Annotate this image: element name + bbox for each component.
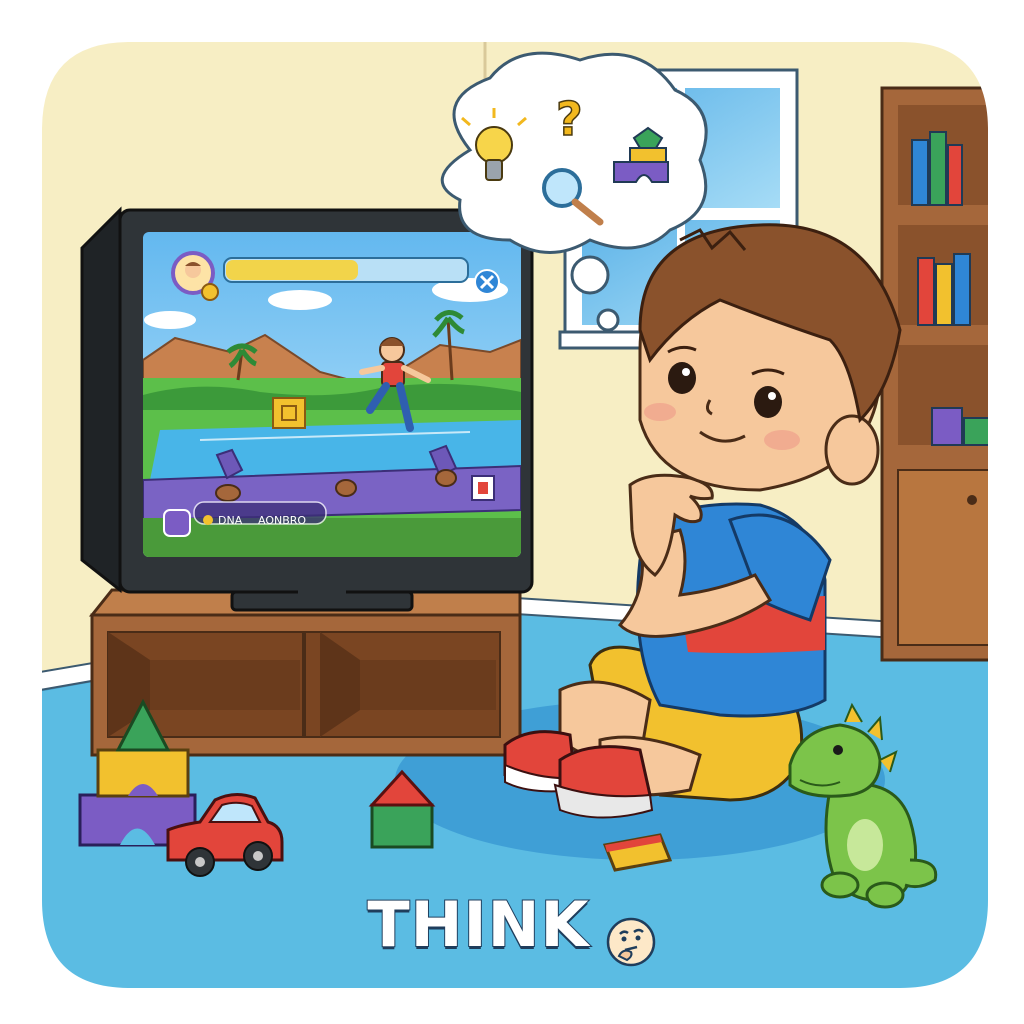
game-menu-button[interactable] <box>163 509 191 537</box>
thinking-face-icon <box>606 917 655 966</box>
hud-label-2: AONBRO <box>258 514 306 527</box>
progress-fill <box>226 260 358 280</box>
left-eye <box>668 362 696 394</box>
caption: THINK <box>0 887 1024 968</box>
question-mark-icon: ? <box>556 92 583 146</box>
think-word: THINK <box>366 887 590 962</box>
right-shoe <box>553 745 654 819</box>
hud-label-1: DNA <box>218 514 243 527</box>
mystery-block <box>272 397 306 429</box>
room-background: DNA AONBRO ? <box>40 40 990 990</box>
bookshelf <box>880 86 990 662</box>
illustration-scene: DNA AONBRO ? <box>38 38 992 992</box>
right-eye <box>754 386 782 418</box>
